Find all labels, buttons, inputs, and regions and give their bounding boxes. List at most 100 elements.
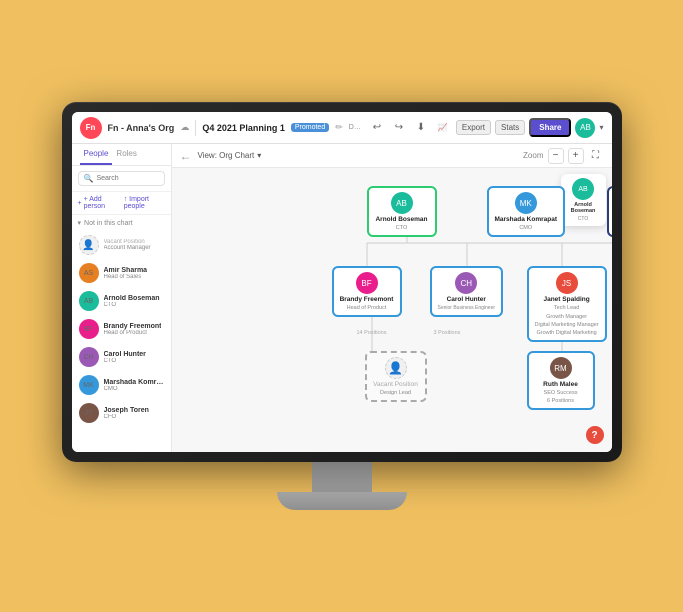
list-item[interactable]: CH Carol Hunter CTO xyxy=(76,343,167,371)
chart-canvas[interactable]: AB Arnold Boseman CTO xyxy=(172,168,612,452)
plan-title: Q4 2021 Planning 1 xyxy=(202,123,285,133)
import-people-button[interactable]: ↑ Import people xyxy=(124,196,165,210)
node-name: Ruth Malee xyxy=(543,381,578,388)
chart-area: ← View: Org Chart ▾ Zoom − + ⛶ xyxy=(172,144,612,452)
node-reports: 6 Positions xyxy=(547,398,574,404)
monitor-screen: Fn Fn - Anna's Org ☁ Q4 2021 Planning 1 … xyxy=(72,112,612,452)
node-avatar: BF xyxy=(356,272,378,294)
share-button[interactable]: Share xyxy=(529,118,571,137)
org-node[interactable]: JS Janet Spalding Tech Lead Growth Manag… xyxy=(527,266,607,342)
undo-button[interactable]: ↩ xyxy=(368,119,386,137)
person-title: CMO xyxy=(104,386,164,392)
org-node[interactable]: MK Marshada Komrapat CMO xyxy=(487,186,566,237)
stats-button[interactable]: Stats xyxy=(495,120,525,135)
sidebar-person-list: 👤 Vacant Position Account Manager AS Ami… xyxy=(72,231,171,452)
org-node[interactable]: CH Carol Hunter Senior Business Engineer xyxy=(430,266,504,317)
node-title: Design Lead xyxy=(380,390,411,396)
node-name: Janet Spalding xyxy=(543,296,589,303)
add-person-icon: + xyxy=(78,200,82,207)
org-node-vacant2[interactable]: 👤 Vacant Position Design Lead xyxy=(365,351,427,402)
node-title: Tech Lead xyxy=(554,305,579,311)
avatar: CH xyxy=(79,347,99,367)
node-avatar: AB xyxy=(391,192,413,214)
header-divider xyxy=(195,120,196,136)
zoom-out-button[interactable]: − xyxy=(548,148,564,164)
chart-toolbar: ← View: Org Chart ▾ Zoom − + ⛶ xyxy=(172,144,612,168)
search-icon: 🔍 xyxy=(84,174,94,183)
person-name: Brandy Freemont xyxy=(104,323,162,330)
node-title: Head of Product xyxy=(347,305,387,311)
mini-card-avatar: AB xyxy=(572,178,594,200)
node-avatar-vacant2: 👤 xyxy=(385,357,407,379)
list-item[interactable]: AB Arnold Boseman CTO xyxy=(76,287,167,315)
mini-card: AB Arnold Boseman CTO xyxy=(561,174,606,226)
app-body: People Roles 🔍 + + Add person xyxy=(72,144,612,452)
person-info: Brandy Freemont Head of Product xyxy=(104,323,162,336)
app-logo: Fn xyxy=(80,117,102,139)
tab-people[interactable]: People xyxy=(80,144,113,165)
avatar: JT xyxy=(79,403,99,423)
node-name: Brandy Freemont xyxy=(340,296,394,303)
org-name: Fn - Anna's Org xyxy=(108,123,175,133)
view-selector[interactable]: View: Org Chart ▾ xyxy=(198,151,262,160)
vacant-avatar: 👤 xyxy=(79,235,99,255)
list-item[interactable]: 👤 Vacant Position Account Manager xyxy=(76,231,167,259)
sidebar-tabs: People Roles xyxy=(72,144,171,166)
org-node[interactable]: AB Arnold Boseman CTO xyxy=(367,186,437,237)
help-button[interactable]: ? xyxy=(586,426,604,444)
edit-icon: ✏ xyxy=(335,122,343,133)
user-avatar[interactable]: AB xyxy=(575,118,595,138)
add-person-button[interactable]: + + Add person xyxy=(78,196,118,210)
person-title: CFO xyxy=(104,414,149,420)
node-name: Arnold Boseman xyxy=(375,216,427,223)
list-item[interactable]: BF Brandy Freemont Head of Product xyxy=(76,315,167,343)
person-name: Amir Sharma xyxy=(104,267,148,274)
avatar: MK xyxy=(79,375,99,395)
sidebar-actions: + + Add person ↑ Import people xyxy=(72,192,171,215)
redo-button[interactable]: ↪ xyxy=(390,119,408,137)
node-title: SEO Success xyxy=(544,390,578,396)
person-info: Carol Hunter CTO xyxy=(104,351,146,364)
zoom-in-button[interactable]: + xyxy=(568,148,584,164)
mini-card-title: CTO xyxy=(578,216,588,222)
person-title: CTO xyxy=(104,302,160,308)
chart-button[interactable]: 📈 xyxy=(434,119,452,137)
user-menu-chevron[interactable]: ▾ xyxy=(599,123,603,132)
header-actions: ↩ ↪ ⬇ 📈 Export Stats Share AB ▾ xyxy=(368,118,604,138)
search-input[interactable] xyxy=(96,175,158,182)
node-title: CTO xyxy=(396,225,408,231)
org-node-ruth[interactable]: RM Ruth Malee SEO Success 6 Positions xyxy=(527,351,595,410)
list-item[interactable]: AS Amir Sharma Head of Sales xyxy=(76,259,167,287)
person-title: Head of Product xyxy=(104,330,162,336)
node-title: Senior Business Engineer xyxy=(438,305,496,311)
person-name: Arnold Boseman xyxy=(104,295,160,302)
back-button[interactable]: ← xyxy=(180,149,192,163)
org-node[interactable]: BF Brandy Freemont Head of Product xyxy=(332,266,402,317)
monitor-stand-neck xyxy=(312,462,372,492)
person-info: Vacant Position Account Manager xyxy=(104,239,151,251)
person-title: Head of Sales xyxy=(104,274,148,280)
carol-reports-label: 3 Positions xyxy=(434,330,461,336)
monitor-stand-base xyxy=(277,492,407,510)
header-subtitle: Doesn't have a home so passionate people… xyxy=(349,124,362,131)
list-item[interactable]: JT Joseph Toren CFO xyxy=(76,399,167,427)
avatar: AS xyxy=(79,263,99,283)
person-info: Marshada Komrapat CMO xyxy=(104,379,164,392)
export-button[interactable]: Export xyxy=(456,120,491,135)
person-info: Arnold Boseman CTO xyxy=(104,295,160,308)
search-box[interactable]: 🔍 xyxy=(78,171,165,186)
node-avatar: MK xyxy=(515,192,537,214)
node-avatar: CH xyxy=(455,272,477,294)
zoom-controls: Zoom − + ⛶ xyxy=(523,148,603,164)
tab-roles[interactable]: Roles xyxy=(112,144,140,165)
fullscreen-button[interactable]: ⛶ xyxy=(588,148,604,164)
node-sub-title2: Digital Marketing Manager xyxy=(535,322,599,328)
org-node[interactable]: AS Amir Sharma Head of Sales xyxy=(607,186,612,237)
node-name: Vacant Position xyxy=(373,381,418,388)
avatar: AB xyxy=(79,291,99,311)
download-button[interactable]: ⬇ xyxy=(412,119,430,137)
brandy-reports-label: 14 Positions xyxy=(357,330,387,336)
list-item[interactable]: MK Marshada Komrapat CMO xyxy=(76,371,167,399)
person-name: Joseph Toren xyxy=(104,407,149,414)
section-chevron: ▾ xyxy=(78,219,82,227)
